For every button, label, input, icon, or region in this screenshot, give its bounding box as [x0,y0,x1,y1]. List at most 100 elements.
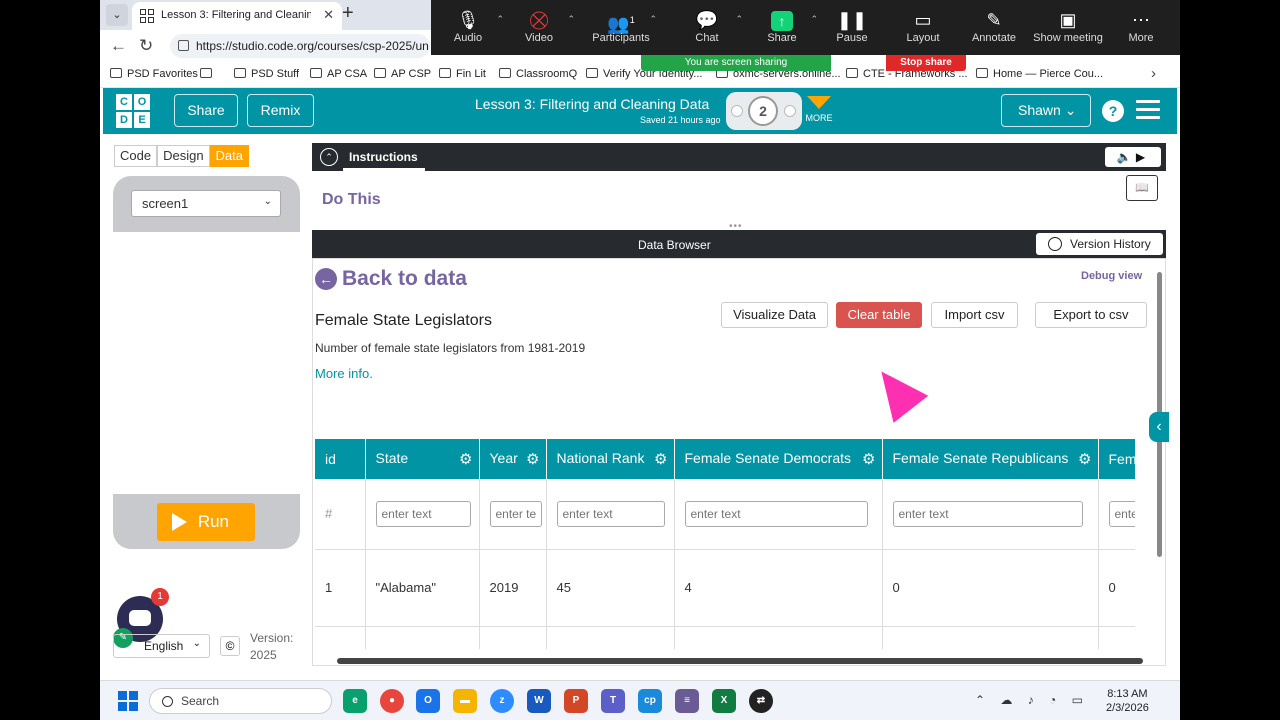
zoom-share-button[interactable]: ↑ Share ⌃ [742,8,822,44]
data-table: id State ⚙ Year ⚙ National Rank ⚙ Female Se… [315,439,1135,649]
zoom-icon[interactable]: z [490,689,514,713]
debug-view-link[interactable]: Debug view [1081,270,1142,282]
excel-icon[interactable]: X [712,689,736,713]
share-button[interactable]: Share [174,94,238,127]
zoom-pause-button[interactable]: ❚❚ Pause [812,8,892,44]
state-filter-input[interactable] [375,500,472,527]
bookmark[interactable]: AP CSP [374,68,431,80]
edge-icon[interactable]: e [343,689,367,713]
level-dot[interactable] [731,105,743,117]
url-field[interactable]: https://studio.code.org/courses/csp-2025… [170,34,430,58]
gear-icon[interactable]: ⚙ [1078,450,1091,468]
zoom-chat-button[interactable]: 💬 Chat ⌃ [667,8,747,44]
back-arrow-icon[interactable]: ← [110,36,127,56]
gear-icon[interactable]: ⚙ [862,450,875,468]
app-preview-phone: screen1 ⌄ Run [113,176,300,549]
help-icon[interactable]: ? [1102,100,1124,122]
codeorg-logo[interactable]: CODE [116,94,152,128]
user-menu-button[interactable]: Shawn ⌄ [1001,94,1091,127]
site-info-icon[interactable] [178,40,189,51]
remix-button[interactable]: Remix [247,94,314,127]
remote-app-icon[interactable]: ⇄ [749,689,773,713]
horizontal-scrollbar[interactable] [317,656,1147,665]
taskbar-search[interactable]: Search [149,688,332,714]
code-mode-button[interactable]: Code [114,145,158,167]
text-to-speech-controls[interactable]: 🔈▶ [1105,147,1161,167]
new-tab-icon[interactable]: + [342,2,354,25]
column-header-national-rank: National Rank ⚙ [546,439,675,479]
gear-icon[interactable]: ⚙ [459,450,472,468]
instructions-tab[interactable]: Instructions [349,150,418,164]
outlook-icon[interactable]: O [416,689,440,713]
senate-dem-filter-input[interactable] [684,500,868,527]
powerpoint-icon[interactable]: P [564,689,588,713]
rank-filter-input[interactable] [556,500,666,527]
zoom-video-button[interactable]: ⛒ Video ⌃ [499,8,579,44]
bookmark-icon [110,68,122,78]
bookmark[interactable]: PSD Favorites [110,68,198,80]
clear-table-button[interactable]: Clear table [836,302,922,328]
zoom-more-button[interactable]: ⋯ More [1101,8,1180,44]
design-mode-button[interactable]: Design [157,145,210,167]
chevron-right-icon[interactable]: › [1151,65,1156,82]
zoom-participants-button[interactable]: 👥1 Participants ⌃ [581,8,661,44]
gear-icon[interactable]: ⚙ [526,450,539,468]
collapse-icon[interactable]: ⌃ [320,148,338,166]
import-csv-button[interactable]: Import csv [931,302,1018,328]
more-info-link[interactable]: More info. [315,366,373,381]
bookmark[interactable]: ClassroomQ [499,68,577,80]
column-header-year: Year ⚙ [479,439,547,479]
notification-badge: 1 [151,588,169,606]
app-screen[interactable] [113,232,300,494]
chrome-icon[interactable]: ● [380,689,404,713]
reload-icon[interactable]: ↻ [139,36,153,56]
senate-rep-filter-input[interactable] [892,500,1084,527]
browser-tab[interactable]: Lesson 3: Filtering and Cleaning D ✕ [132,2,342,30]
more-levels[interactable]: MORE [804,96,834,123]
copyright-icon[interactable]: © [220,636,240,656]
app-icon[interactable]: ≡ [675,689,699,713]
codeorg-favicon-icon [140,9,154,23]
export-csv-button[interactable]: Export to csv [1035,302,1147,328]
zoom-show-meeting-button[interactable]: ▣ Show meeting [1028,8,1108,44]
bookmark[interactable]: Fin Lit [439,68,486,80]
cp-app-icon[interactable]: cp [638,689,662,713]
bookmark[interactable]: AP CSA [310,68,367,80]
stop-share-button[interactable]: Stop share [886,55,966,71]
next-filter-input[interactable] [1108,500,1135,527]
word-icon[interactable]: W [527,689,551,713]
vertical-scrollbar[interactable] [1154,262,1164,652]
zoom-audio-button[interactable]: 🎙 Audio ⌃ [428,8,508,44]
hamburger-menu-icon[interactable] [1136,100,1160,120]
annotate-icon: ✎ [986,10,1002,30]
zoom-annotate-button[interactable]: ✎ Annotate [954,8,1034,44]
level-dot[interactable] [784,105,796,117]
zoom-layout-button[interactable]: ▭ Layout [883,8,963,44]
chevron-left-icon[interactable]: ‹ [1149,412,1169,442]
table-row[interactable]: 1 "Alabama" 2019 45 4 0 0 [315,549,1135,627]
tab-search-icon[interactable]: ⌄ [106,4,128,26]
current-level[interactable]: 2 [748,96,778,126]
taskbar-clock[interactable]: 8:13 AM 2/3/2026 [1106,687,1149,715]
bookmark[interactable]: Home — Pierce Cou... [976,68,1103,80]
close-tab-icon[interactable]: ✕ [323,7,334,23]
bookmark[interactable]: PSD Stuff [234,68,299,80]
visualize-data-button[interactable]: Visualize Data [721,302,828,328]
immersive-reader-icon[interactable]: 📖 [1126,175,1158,201]
gear-icon[interactable]: ⚙ [654,450,667,468]
language-select[interactable]: English ⌄ [113,634,210,658]
back-to-data-link[interactable]: ← Back to data [315,267,467,291]
system-tray[interactable]: ⌃ ☁ ♪ ◔ ▭ [975,693,1089,707]
windows-start-icon[interactable] [118,691,138,711]
screen-select[interactable]: screen1 ⌄ [131,190,281,217]
table-row[interactable] [315,626,1135,649]
run-button[interactable]: Run [157,503,255,541]
year-filter-input[interactable] [489,500,542,527]
back-arrow-icon: ← [315,268,337,290]
teams-icon[interactable]: T [601,689,625,713]
search-icon [162,696,173,707]
data-mode-button[interactable]: Data [209,145,250,167]
bookmark[interactable] [200,68,217,80]
version-history-button[interactable]: Version History [1036,233,1163,255]
file-explorer-icon[interactable]: ▬ [453,689,477,713]
